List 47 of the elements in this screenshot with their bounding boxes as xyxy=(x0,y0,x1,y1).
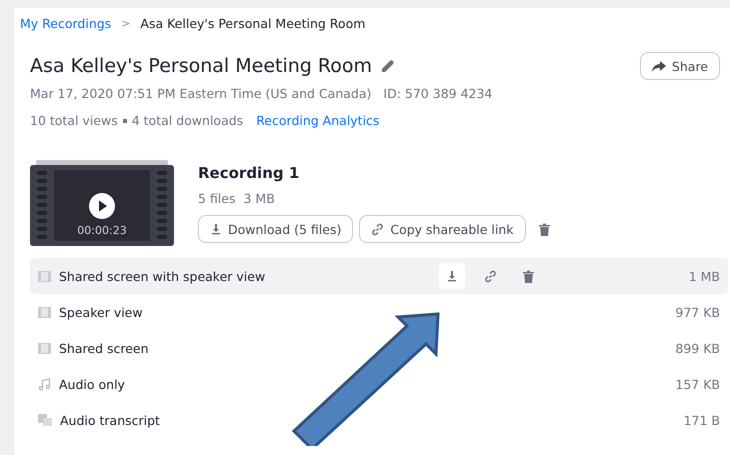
meeting-date: Mar 17, 2020 07:51 PM Eastern Time (US and Canada) xyxy=(30,86,372,101)
file-size: 157 KB xyxy=(675,376,720,392)
file-row[interactable]: Speaker view 977 KB xyxy=(30,294,728,330)
play-icon[interactable] xyxy=(89,193,115,219)
trash-icon xyxy=(522,270,534,282)
trash-icon xyxy=(539,222,550,236)
film-icon xyxy=(38,306,51,318)
music-note-icon xyxy=(38,378,51,390)
film-icon xyxy=(38,342,51,354)
meeting-id: ID: 570 389 4234 xyxy=(383,86,492,101)
bullet-icon xyxy=(122,118,127,122)
file-size: 171 B xyxy=(684,412,720,428)
breadcrumb-current: Asa Kelley's Personal Meeting Room xyxy=(140,16,366,30)
view-count: 10 total views xyxy=(30,113,118,128)
pencil-icon[interactable] xyxy=(382,60,394,72)
share-button[interactable]: Share xyxy=(640,52,720,80)
download-button[interactable]: Download (5 files) xyxy=(198,215,354,243)
download-icon xyxy=(446,270,458,282)
breadcrumb-separator: > xyxy=(121,16,130,30)
file-name: Speaker view xyxy=(59,304,144,320)
file-name: Audio only xyxy=(59,376,126,392)
file-row[interactable]: Shared screen with speaker view 1 MB xyxy=(30,258,728,294)
share-arrow-icon xyxy=(652,60,666,72)
file-row[interactable]: Audio only 157 KB xyxy=(30,366,728,402)
analytics-link[interactable]: Recording Analytics xyxy=(256,113,380,128)
file-count: 5 files xyxy=(198,191,236,206)
meeting-title: Asa Kelley's Personal Meeting Room xyxy=(30,55,372,77)
file-size: 1 MB xyxy=(688,268,720,284)
transcript-icon xyxy=(38,414,52,426)
link-icon xyxy=(371,222,384,236)
file-name: Shared screen with speaker view xyxy=(59,268,266,284)
link-icon xyxy=(484,270,496,282)
copy-link-button[interactable]: Copy shareable link xyxy=(359,215,526,243)
breadcrumb-link[interactable]: My Recordings xyxy=(20,16,112,30)
film-icon xyxy=(38,270,51,282)
download-button[interactable] xyxy=(439,263,465,289)
file-row[interactable]: Audio transcript 171 B xyxy=(30,402,728,438)
download-count: 4 total downloads xyxy=(132,113,244,128)
file-size: 899 KB xyxy=(675,340,720,356)
file-row[interactable]: Shared screen 899 KB xyxy=(30,330,728,366)
recording-size: 3 MB xyxy=(243,191,275,206)
file-name: Shared screen xyxy=(59,340,150,356)
file-name: Audio transcript xyxy=(60,412,161,428)
video-duration: 00:00:23 xyxy=(76,224,128,237)
download-icon xyxy=(210,223,222,235)
recording-title: Recording 1 xyxy=(198,164,300,182)
file-size: 977 KB xyxy=(675,304,720,320)
